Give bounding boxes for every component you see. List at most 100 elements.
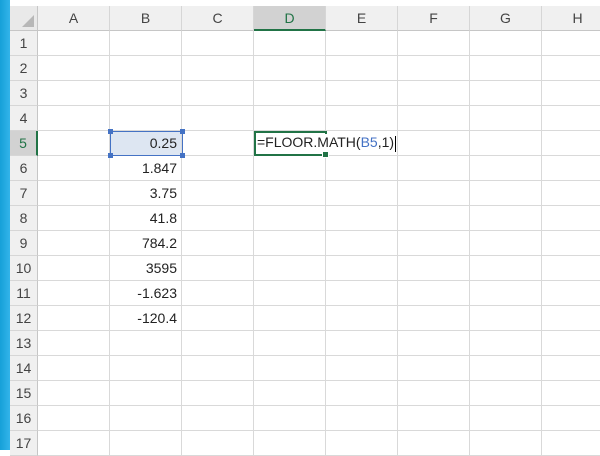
cell-c3[interactable]	[182, 81, 254, 106]
cell-h3[interactable]	[542, 81, 600, 106]
cell-c9[interactable]	[182, 231, 254, 256]
cell-c7[interactable]	[182, 181, 254, 206]
row-header-7[interactable]: 7	[10, 181, 38, 206]
cell-h1[interactable]	[542, 31, 600, 56]
cell-a5[interactable]	[38, 131, 110, 156]
formula-text[interactable]: =FLOOR.MATH(B5,1)	[257, 134, 397, 152]
cell-g4[interactable]	[470, 106, 542, 131]
cell-c1[interactable]	[182, 31, 254, 56]
cell-d12[interactable]	[254, 306, 326, 331]
cell-c16[interactable]	[182, 406, 254, 431]
cell-b11[interactable]: -1.623	[110, 281, 182, 306]
cell-a11[interactable]	[38, 281, 110, 306]
cell-c13[interactable]	[182, 331, 254, 356]
row-header-4[interactable]: 4	[10, 106, 38, 131]
cell-a6[interactable]	[38, 156, 110, 181]
cell-a1[interactable]	[38, 31, 110, 56]
row-header-10[interactable]: 10	[10, 256, 38, 281]
cell-f13[interactable]	[398, 331, 470, 356]
cell-f16[interactable]	[398, 406, 470, 431]
cell-e17[interactable]	[326, 431, 398, 456]
cell-f4[interactable]	[398, 106, 470, 131]
cell-a15[interactable]	[38, 381, 110, 406]
row-header-16[interactable]: 16	[10, 406, 38, 431]
cell-h14[interactable]	[542, 356, 600, 381]
cell-g1[interactable]	[470, 31, 542, 56]
cell-h17[interactable]	[542, 431, 600, 456]
cell-e14[interactable]	[326, 356, 398, 381]
row-header-2[interactable]: 2	[10, 56, 38, 81]
column-header-g[interactable]: G	[470, 6, 542, 31]
cell-e1[interactable]	[326, 31, 398, 56]
cell-h2[interactable]	[542, 56, 600, 81]
cell-c15[interactable]	[182, 381, 254, 406]
cell-d4[interactable]	[254, 106, 326, 131]
cell-b4[interactable]	[110, 106, 182, 131]
cell-c12[interactable]	[182, 306, 254, 331]
cell-f11[interactable]	[398, 281, 470, 306]
cell-e15[interactable]	[326, 381, 398, 406]
cell-a9[interactable]	[38, 231, 110, 256]
cell-f2[interactable]	[398, 56, 470, 81]
column-header-a[interactable]: A	[38, 6, 110, 31]
cell-e3[interactable]	[326, 81, 398, 106]
column-header-f[interactable]: F	[398, 6, 470, 31]
cell-e11[interactable]	[326, 281, 398, 306]
row-header-9[interactable]: 9	[10, 231, 38, 256]
cell-b17[interactable]	[110, 431, 182, 456]
cell-g9[interactable]	[470, 231, 542, 256]
cell-a4[interactable]	[38, 106, 110, 131]
cell-d16[interactable]	[254, 406, 326, 431]
cell-g5[interactable]	[470, 131, 542, 156]
cell-c8[interactable]	[182, 206, 254, 231]
row-header-11[interactable]: 11	[10, 281, 38, 306]
column-header-b[interactable]: B	[110, 6, 182, 31]
cell-g16[interactable]	[470, 406, 542, 431]
cell-b15[interactable]	[110, 381, 182, 406]
cell-a3[interactable]	[38, 81, 110, 106]
cell-d2[interactable]	[254, 56, 326, 81]
cell-g11[interactable]	[470, 281, 542, 306]
cell-b3[interactable]	[110, 81, 182, 106]
row-header-6[interactable]: 6	[10, 156, 38, 181]
cell-b6[interactable]: 1.847	[110, 156, 182, 181]
column-header-c[interactable]: C	[182, 6, 254, 31]
cell-f3[interactable]	[398, 81, 470, 106]
cell-b8[interactable]: 41.8	[110, 206, 182, 231]
cell-e10[interactable]	[326, 256, 398, 281]
row-header-14[interactable]: 14	[10, 356, 38, 381]
cell-h5[interactable]	[542, 131, 600, 156]
cell-f15[interactable]	[398, 381, 470, 406]
cell-h9[interactable]	[542, 231, 600, 256]
cell-d6[interactable]	[254, 156, 326, 181]
cell-e12[interactable]	[326, 306, 398, 331]
cell-f5[interactable]	[398, 131, 470, 156]
cell-d8[interactable]	[254, 206, 326, 231]
cell-g12[interactable]	[470, 306, 542, 331]
cell-b2[interactable]	[110, 56, 182, 81]
cell-f8[interactable]	[398, 206, 470, 231]
row-header-5[interactable]: 5	[10, 131, 38, 156]
cell-b13[interactable]	[110, 331, 182, 356]
cell-h7[interactable]	[542, 181, 600, 206]
cell-e16[interactable]	[326, 406, 398, 431]
cell-d13[interactable]	[254, 331, 326, 356]
cell-c10[interactable]	[182, 256, 254, 281]
cell-a14[interactable]	[38, 356, 110, 381]
cell-b9[interactable]: 784.2	[110, 231, 182, 256]
cell-g2[interactable]	[470, 56, 542, 81]
cell-h10[interactable]	[542, 256, 600, 281]
cell-b14[interactable]	[110, 356, 182, 381]
cell-e6[interactable]	[326, 156, 398, 181]
cell-d17[interactable]	[254, 431, 326, 456]
cell-e7[interactable]	[326, 181, 398, 206]
cell-e2[interactable]	[326, 56, 398, 81]
select-all-button[interactable]	[10, 6, 38, 31]
column-header-h[interactable]: H	[542, 6, 600, 31]
cell-c17[interactable]	[182, 431, 254, 456]
cell-g7[interactable]	[470, 181, 542, 206]
row-header-1[interactable]: 1	[10, 31, 38, 56]
cell-b7[interactable]: 3.75	[110, 181, 182, 206]
cell-e4[interactable]	[326, 106, 398, 131]
cell-g15[interactable]	[470, 381, 542, 406]
